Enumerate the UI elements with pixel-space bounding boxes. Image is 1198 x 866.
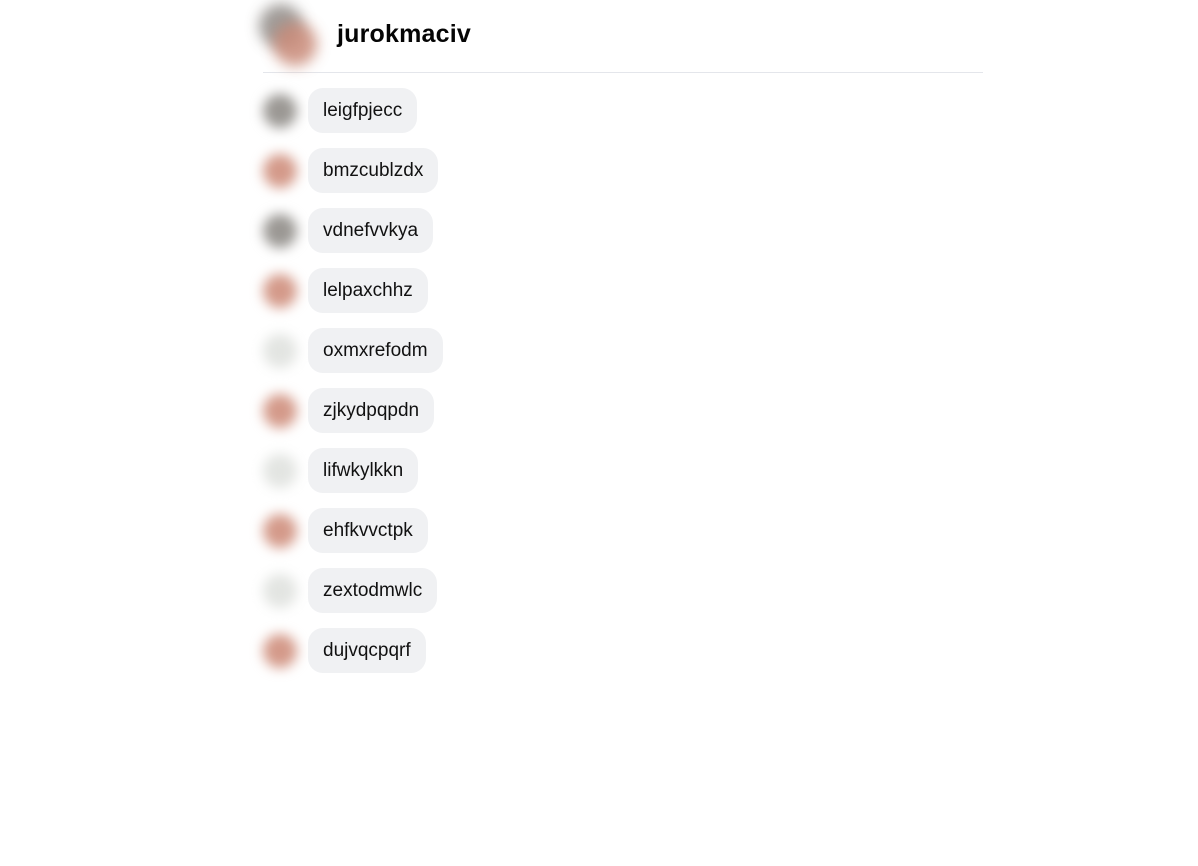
member-avatar[interactable] xyxy=(263,154,297,188)
member-name-bubble[interactable]: bmzcublzdx xyxy=(308,148,439,193)
member-name-bubble[interactable]: oxmxrefodm xyxy=(308,328,443,373)
member-avatar[interactable] xyxy=(263,94,297,128)
member-name-bubble[interactable]: lelpaxchhz xyxy=(308,268,428,313)
member-avatar[interactable] xyxy=(263,274,297,308)
member-avatar[interactable] xyxy=(263,394,297,428)
member-name-bubble[interactable]: ehfkvvctpk xyxy=(308,508,428,553)
member-avatar[interactable] xyxy=(263,634,297,668)
member-name-bubble[interactable]: leigfpjecc xyxy=(308,88,418,133)
group-avatar[interactable] xyxy=(259,4,319,66)
member-avatar[interactable] xyxy=(263,214,297,248)
group-avatar-photo-2 xyxy=(273,22,317,66)
member-name-bubble[interactable]: zjkydpqpdn xyxy=(308,388,435,433)
member-name-bubble[interactable]: vdnefvvkya xyxy=(308,208,434,253)
member-avatar[interactable] xyxy=(263,514,297,548)
member-name-bubble[interactable]: dujvqcpqrf xyxy=(308,628,426,673)
member-avatar[interactable] xyxy=(263,454,297,488)
member-avatar[interactable] xyxy=(263,334,297,368)
member-list-panel: jurokmaciv leigfpjecc bmzcublzdx vdnefvv… xyxy=(259,0,983,673)
conversation-title[interactable]: jurokmaciv xyxy=(337,18,471,50)
member-name-bubble[interactable]: lifwkylkkn xyxy=(308,448,419,493)
member-name-bubble[interactable]: zextodmwlc xyxy=(308,568,438,613)
member-avatar[interactable] xyxy=(263,574,297,608)
conversation-header: jurokmaciv xyxy=(259,0,983,73)
